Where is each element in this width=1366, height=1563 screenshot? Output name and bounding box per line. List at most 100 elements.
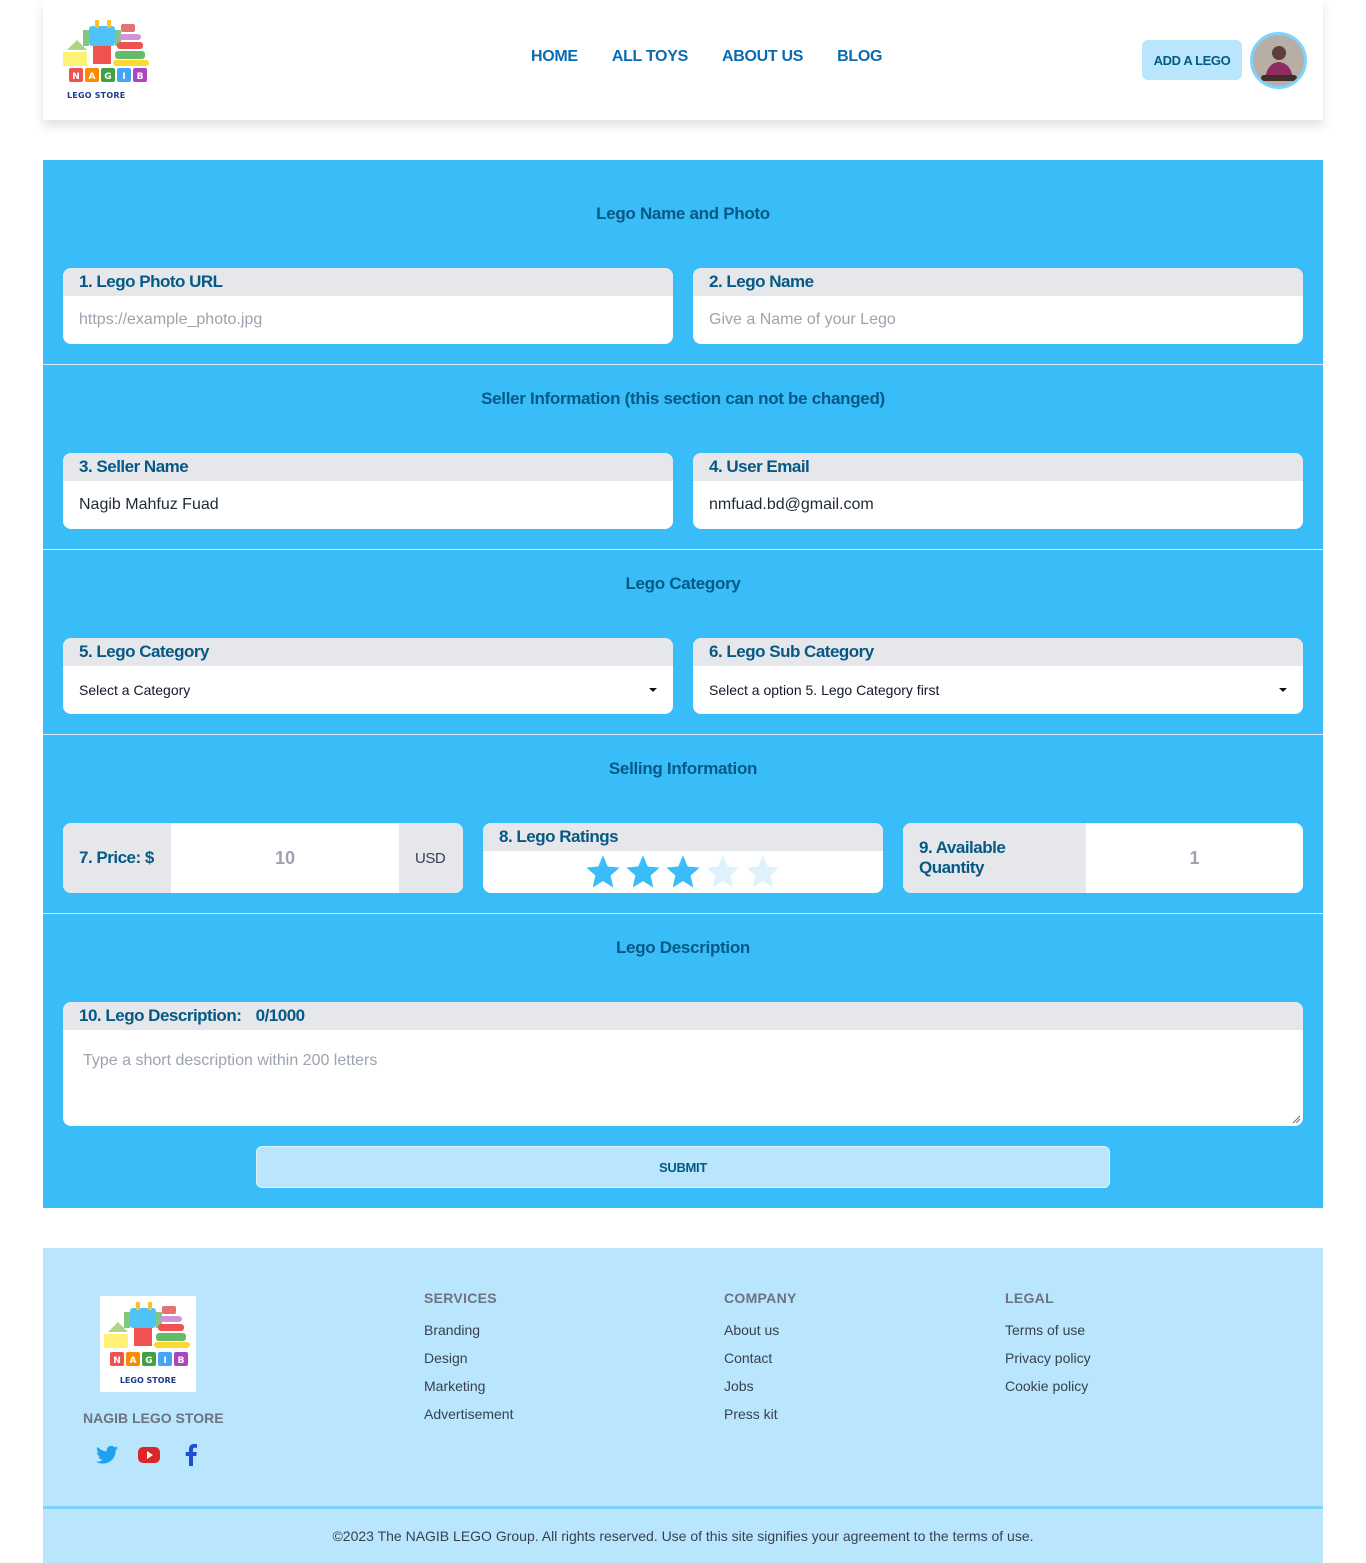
photo-url-field: 1. Lego Photo URL https://example_photo.…: [63, 268, 673, 344]
star-rating[interactable]: [483, 851, 883, 891]
price-unit: USD: [399, 823, 463, 893]
resize-handle-icon[interactable]: [1291, 1114, 1301, 1124]
chevron-down-icon: [1279, 687, 1287, 692]
svg-text:I: I: [122, 72, 125, 82]
user-email-input[interactable]: nmfuad.bd@gmail.com: [693, 481, 1303, 528]
nav-all-toys[interactable]: ALL TOYS: [612, 48, 688, 66]
social-links: [95, 1443, 203, 1467]
footer-services: SERVICES Branding Design Marketing Adver…: [424, 1290, 513, 1434]
svg-text:A: A: [130, 1356, 137, 1366]
nav-about-us[interactable]: ABOUT US: [722, 48, 803, 66]
footer-link-cookie[interactable]: Cookie policy: [1005, 1378, 1091, 1406]
divider: [43, 734, 1323, 735]
subcategory-select[interactable]: Select a option 5. Lego Category first: [693, 666, 1303, 713]
svg-text:A: A: [89, 72, 96, 82]
svg-text:I: I: [163, 1356, 166, 1366]
footer-brand: NAGIB LEGO STORE: [83, 1410, 224, 1426]
nav-blog[interactable]: BLOG: [837, 48, 882, 66]
youtube-icon[interactable]: [137, 1443, 161, 1467]
footer-divider: [43, 1506, 1323, 1509]
legal-title: LEGAL: [1005, 1290, 1054, 1306]
category-select-value: Select a Category: [79, 681, 191, 698]
star-icon[interactable]: [743, 853, 783, 891]
services-title: SERVICES: [424, 1290, 497, 1306]
category-field: 5. Lego Category Select a Category: [63, 638, 673, 714]
facebook-icon[interactable]: [179, 1443, 203, 1467]
star-icon[interactable]: [703, 853, 743, 891]
price-label: 7. Price: $: [63, 823, 171, 893]
quantity-label: 9. Available Quantity: [903, 823, 1086, 893]
svg-text:N: N: [72, 72, 80, 82]
footer-link-design[interactable]: Design: [424, 1350, 513, 1378]
svg-text:G: G: [145, 1356, 152, 1366]
footer-link-branding[interactable]: Branding: [424, 1322, 513, 1350]
price-input[interactable]: 10: [171, 823, 399, 893]
section-title-description: Lego Description: [615, 938, 751, 957]
section-title-category: Lego Category: [625, 574, 741, 593]
quantity-field: 9. Available Quantity 1: [903, 823, 1303, 893]
footer-logo[interactable]: N A G I B LEGO STORE: [100, 1296, 196, 1392]
chevron-down-icon: [649, 687, 657, 692]
category-select[interactable]: Select a Category: [63, 666, 673, 713]
lego-name-field: 2. Lego Name Give a Name of your Lego: [693, 268, 1303, 344]
svg-text:N: N: [113, 1356, 121, 1366]
divider: [43, 364, 1323, 365]
svg-text:G: G: [104, 72, 111, 82]
section-title-seller: Seller Information (this section can not…: [481, 389, 885, 408]
star-icon[interactable]: [583, 853, 623, 891]
seller-name-input[interactable]: Nagib Mahfuz Fuad: [63, 481, 673, 528]
add-lego-form: Lego Name and Photo 1. Lego Photo URL ht…: [43, 160, 1323, 1208]
price-field: 7. Price: $ 10 USD: [63, 823, 463, 893]
lego-name-label: 2. Lego Name: [693, 268, 1303, 296]
subcategory-label: 6. Lego Sub Category: [693, 638, 1303, 666]
navbar: N A G I B LEGO STORE HOME ALL TOYS ABOUT…: [43, 0, 1323, 120]
seller-name-field: 3. Seller Name Nagib Mahfuz Fuad: [63, 453, 673, 529]
user-avatar[interactable]: [1250, 32, 1307, 89]
nav-links: HOME ALL TOYS ABOUT US BLOG: [531, 48, 916, 66]
footer-link-press-kit[interactable]: Press kit: [724, 1406, 797, 1434]
footer: N A G I B LEGO STORE NAGIB LEGO STORE SE…: [43, 1248, 1323, 1563]
svg-text:B: B: [137, 72, 144, 82]
twitter-icon[interactable]: [95, 1443, 119, 1467]
footer-company: COMPANY About us Contact Jobs Press kit: [724, 1290, 797, 1434]
section-title-name-photo: Lego Name and Photo: [596, 204, 770, 223]
logo-text: LEGO STORE: [67, 91, 126, 100]
footer-link-terms[interactable]: Terms of use: [1005, 1322, 1091, 1350]
footer-link-about[interactable]: About us: [724, 1322, 797, 1350]
description-field: 10. Lego Description: 0/1000 Type a shor…: [63, 1002, 1303, 1126]
section-title-selling: Selling Information: [608, 759, 758, 778]
footer-link-jobs[interactable]: Jobs: [724, 1378, 797, 1406]
footer-link-privacy[interactable]: Privacy policy: [1005, 1350, 1091, 1378]
description-label: 10. Lego Description: 0/1000: [63, 1002, 1303, 1030]
divider: [43, 549, 1323, 550]
company-title: COMPANY: [724, 1290, 797, 1306]
nav-home[interactable]: HOME: [531, 48, 578, 66]
footer-legal: LEGAL Terms of use Privacy policy Cookie…: [1005, 1290, 1091, 1406]
subcategory-select-value: Select a option 5. Lego Category first: [709, 681, 940, 698]
ratings-field: 8. Lego Ratings: [483, 823, 883, 893]
category-label: 5. Lego Category: [63, 638, 673, 666]
divider: [43, 913, 1323, 914]
copyright: ©2023 The NAGIB LEGO Group. All rights r…: [332, 1528, 1034, 1544]
description-label-text: 10. Lego Description:: [79, 1006, 242, 1025]
submit-button[interactable]: SUBMIT: [256, 1146, 1110, 1188]
ratings-label: 8. Lego Ratings: [483, 823, 883, 851]
subcategory-field: 6. Lego Sub Category Select a option 5. …: [693, 638, 1303, 714]
star-icon[interactable]: [663, 853, 703, 891]
user-email-field: 4. User Email nmfuad.bd@gmail.com: [693, 453, 1303, 529]
svg-text:B: B: [178, 1356, 185, 1366]
footer-link-marketing[interactable]: Marketing: [424, 1378, 513, 1406]
photo-url-label: 1. Lego Photo URL: [63, 268, 673, 296]
description-input[interactable]: Type a short description within 200 lett…: [63, 1030, 1303, 1092]
footer-logo-text: LEGO STORE: [119, 1376, 177, 1385]
user-email-label: 4. User Email: [693, 453, 1303, 481]
quantity-input[interactable]: 1: [1086, 823, 1303, 893]
description-counter: 0/1000: [255, 1006, 306, 1025]
seller-name-label: 3. Seller Name: [63, 453, 673, 481]
footer-link-contact[interactable]: Contact: [724, 1350, 797, 1378]
star-icon[interactable]: [623, 853, 663, 891]
add-lego-button[interactable]: ADD A LEGO: [1142, 40, 1242, 80]
lego-name-input[interactable]: Give a Name of your Lego: [693, 296, 1303, 343]
footer-link-advertisement[interactable]: Advertisement: [424, 1406, 513, 1434]
photo-url-input[interactable]: https://example_photo.jpg: [63, 296, 673, 343]
